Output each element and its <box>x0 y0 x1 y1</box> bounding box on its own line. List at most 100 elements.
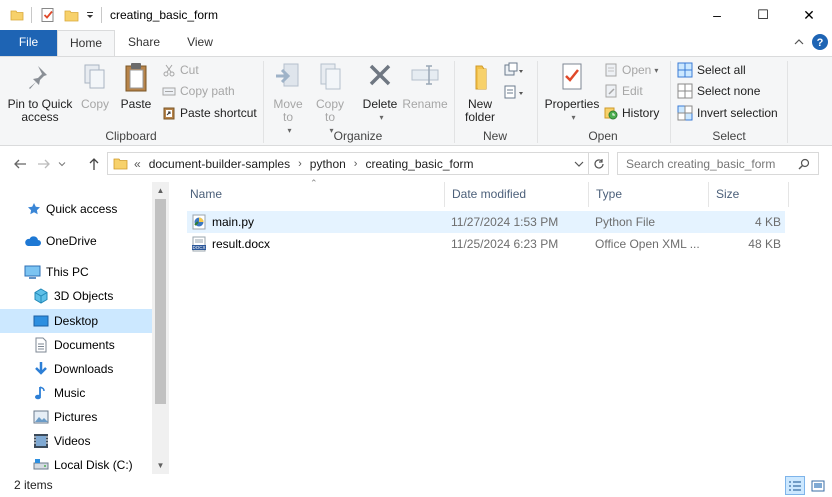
easy-access-button[interactable] <box>503 82 529 102</box>
search-input[interactable]: Search creating_basic_form <box>617 152 819 175</box>
copy-to-button[interactable]: Copy to ▾ <box>310 60 350 137</box>
paste-shortcut-button[interactable]: Paste shortcut <box>162 103 257 123</box>
delete-button[interactable]: Delete ▾ <box>360 60 400 124</box>
scissors-icon <box>163 64 175 77</box>
chevron-down-icon <box>574 161 584 167</box>
title-bar: creating_basic_form – ☐ ✕ <box>0 0 832 30</box>
maximize-icon: ☐ <box>757 7 769 22</box>
edit-button[interactable]: Edit <box>604 81 643 101</box>
column-header-name[interactable]: Name <box>183 182 445 207</box>
new-folder-button[interactable]: New folder <box>457 60 503 124</box>
up-button[interactable] <box>84 154 104 174</box>
file-name: result.docx <box>212 237 271 251</box>
recent-locations-button[interactable] <box>55 154 69 174</box>
new-group-label: New <box>482 129 507 143</box>
close-button[interactable]: ✕ <box>786 0 832 30</box>
breadcrumb-separator-icon[interactable]: › <box>354 158 358 170</box>
organize-group-label: Organize <box>333 129 383 143</box>
copy-path-button[interactable]: Copy path <box>162 81 235 101</box>
file-type: Office Open XML ... <box>595 237 700 251</box>
cut-label: Cut <box>180 63 199 77</box>
nav-item-3d-objects[interactable]: 3D Objects <box>0 284 152 308</box>
pin-to-quick-access-label: Pin to Quick access <box>7 97 73 124</box>
breadcrumb-creating-basic-form[interactable]: creating_basic_form <box>365 157 473 171</box>
new-item-button[interactable] <box>503 60 529 80</box>
tab-home[interactable]: Home <box>57 30 115 57</box>
scrollbar-thumb[interactable] <box>155 199 166 404</box>
select-none-button[interactable]: Select none <box>677 81 760 101</box>
folder-icon <box>10 5 24 25</box>
nav-item-quick-access[interactable]: Quick access <box>0 197 152 221</box>
column-header-type[interactable]: Type <box>589 182 709 207</box>
nav-item-videos[interactable]: Videos <box>0 429 152 453</box>
nav-item-label: Downloads <box>54 362 114 376</box>
address-bar[interactable]: « document-builder-samples › python › cr… <box>107 152 589 175</box>
move-to-icon <box>276 63 299 87</box>
ribbon: Pin to Quick access Copy Paste Cut Copy … <box>0 56 832 146</box>
nav-item-onedrive[interactable]: OneDrive <box>0 229 152 253</box>
copy-button[interactable]: Copy <box>76 60 114 111</box>
nav-item-documents[interactable]: Documents <box>0 333 152 357</box>
open-group-label: Open <box>588 129 618 143</box>
nav-item-music[interactable]: Music <box>0 381 152 405</box>
history-label: History <box>622 106 660 120</box>
scroll-up-arrow-icon[interactable]: ▲ <box>152 182 169 199</box>
properties-quick-access-icon[interactable] <box>40 5 56 25</box>
cut-button[interactable]: Cut <box>162 60 199 80</box>
select-all-button[interactable]: Select all <box>677 60 746 80</box>
help-icon: ? <box>812 34 828 50</box>
breadcrumb-python[interactable]: python <box>310 157 346 171</box>
invert-selection-button[interactable]: Invert selection <box>677 103 778 123</box>
paste-label: Paste <box>120 97 152 111</box>
close-icon: ✕ <box>803 6 815 23</box>
open-button[interactable]: Open ▾ <box>604 60 658 80</box>
rename-button[interactable]: Rename <box>402 60 448 111</box>
tab-share[interactable]: Share <box>118 30 170 56</box>
open-group: Properties ▾ Open ▾ Edit History Open <box>538 57 668 146</box>
chevron-down-icon <box>58 162 66 167</box>
nav-item-downloads[interactable]: Downloads <box>0 357 152 381</box>
breadcrumb-overflow[interactable]: « <box>134 157 141 171</box>
properties-label: Properties <box>544 97 600 111</box>
breadcrumb-document-builder-samples[interactable]: document-builder-samples <box>149 157 290 171</box>
pictures-icon <box>33 410 49 424</box>
history-button[interactable]: History <box>604 103 659 123</box>
column-header-size[interactable]: Size <box>709 182 789 207</box>
forward-button[interactable] <box>34 154 54 174</box>
file-row-result-docx[interactable]: DOCX result.docx 11/25/2024 6:23 PM Offi… <box>187 233 785 255</box>
nav-item-desktop[interactable]: Desktop <box>0 309 152 333</box>
move-to-button[interactable]: Move to ▾ <box>268 60 308 137</box>
details-view-button[interactable] <box>785 476 805 495</box>
maximize-button[interactable]: ☐ <box>740 0 786 30</box>
customize-quick-access-dropdown[interactable] <box>85 5 95 25</box>
pin-to-quick-access-button[interactable]: Pin to Quick access <box>4 60 76 124</box>
breadcrumb-separator-icon[interactable]: › <box>298 158 302 170</box>
organize-group: Move to ▾ Copy to ▾ Delete ▾ Rename Orga… <box>264 57 452 146</box>
open-icon <box>605 63 617 77</box>
new-folder-quick-access-icon[interactable] <box>64 5 79 25</box>
properties-dropdown-icon: ▾ <box>571 113 576 122</box>
properties-button[interactable]: Properties ▾ <box>542 60 602 124</box>
music-icon <box>35 386 45 400</box>
svg-text:DOCX: DOCX <box>192 245 205 250</box>
navigation-pane-scrollbar[interactable]: ▲ ▼ <box>152 182 169 474</box>
scroll-down-arrow-icon[interactable]: ▼ <box>152 457 169 474</box>
tab-view[interactable]: View <box>173 30 227 56</box>
address-history-dropdown[interactable] <box>574 159 584 169</box>
nav-item-pictures[interactable]: Pictures <box>0 405 152 429</box>
paste-button[interactable]: Paste <box>116 60 156 111</box>
nav-item-this-pc[interactable]: This PC <box>0 260 152 284</box>
tab-file[interactable]: File <box>0 30 57 56</box>
help-button[interactable]: ? <box>811 33 829 54</box>
column-header-date-modified[interactable]: Date modified <box>445 182 589 207</box>
back-button[interactable] <box>10 154 30 174</box>
open-dropdown-icon: ▾ <box>654 65 659 75</box>
refresh-button[interactable] <box>589 152 609 175</box>
collapse-ribbon-button[interactable] <box>792 35 806 52</box>
file-row-main-py[interactable]: main.py 11/27/2024 1:53 PM Python File 4… <box>187 211 785 233</box>
file-name-cell: main.py <box>191 211 254 233</box>
large-icons-view-button[interactable] <box>808 476 828 495</box>
new-group: New folder New <box>455 57 535 146</box>
rename-icon <box>411 65 439 85</box>
minimize-button[interactable]: – <box>694 0 740 30</box>
